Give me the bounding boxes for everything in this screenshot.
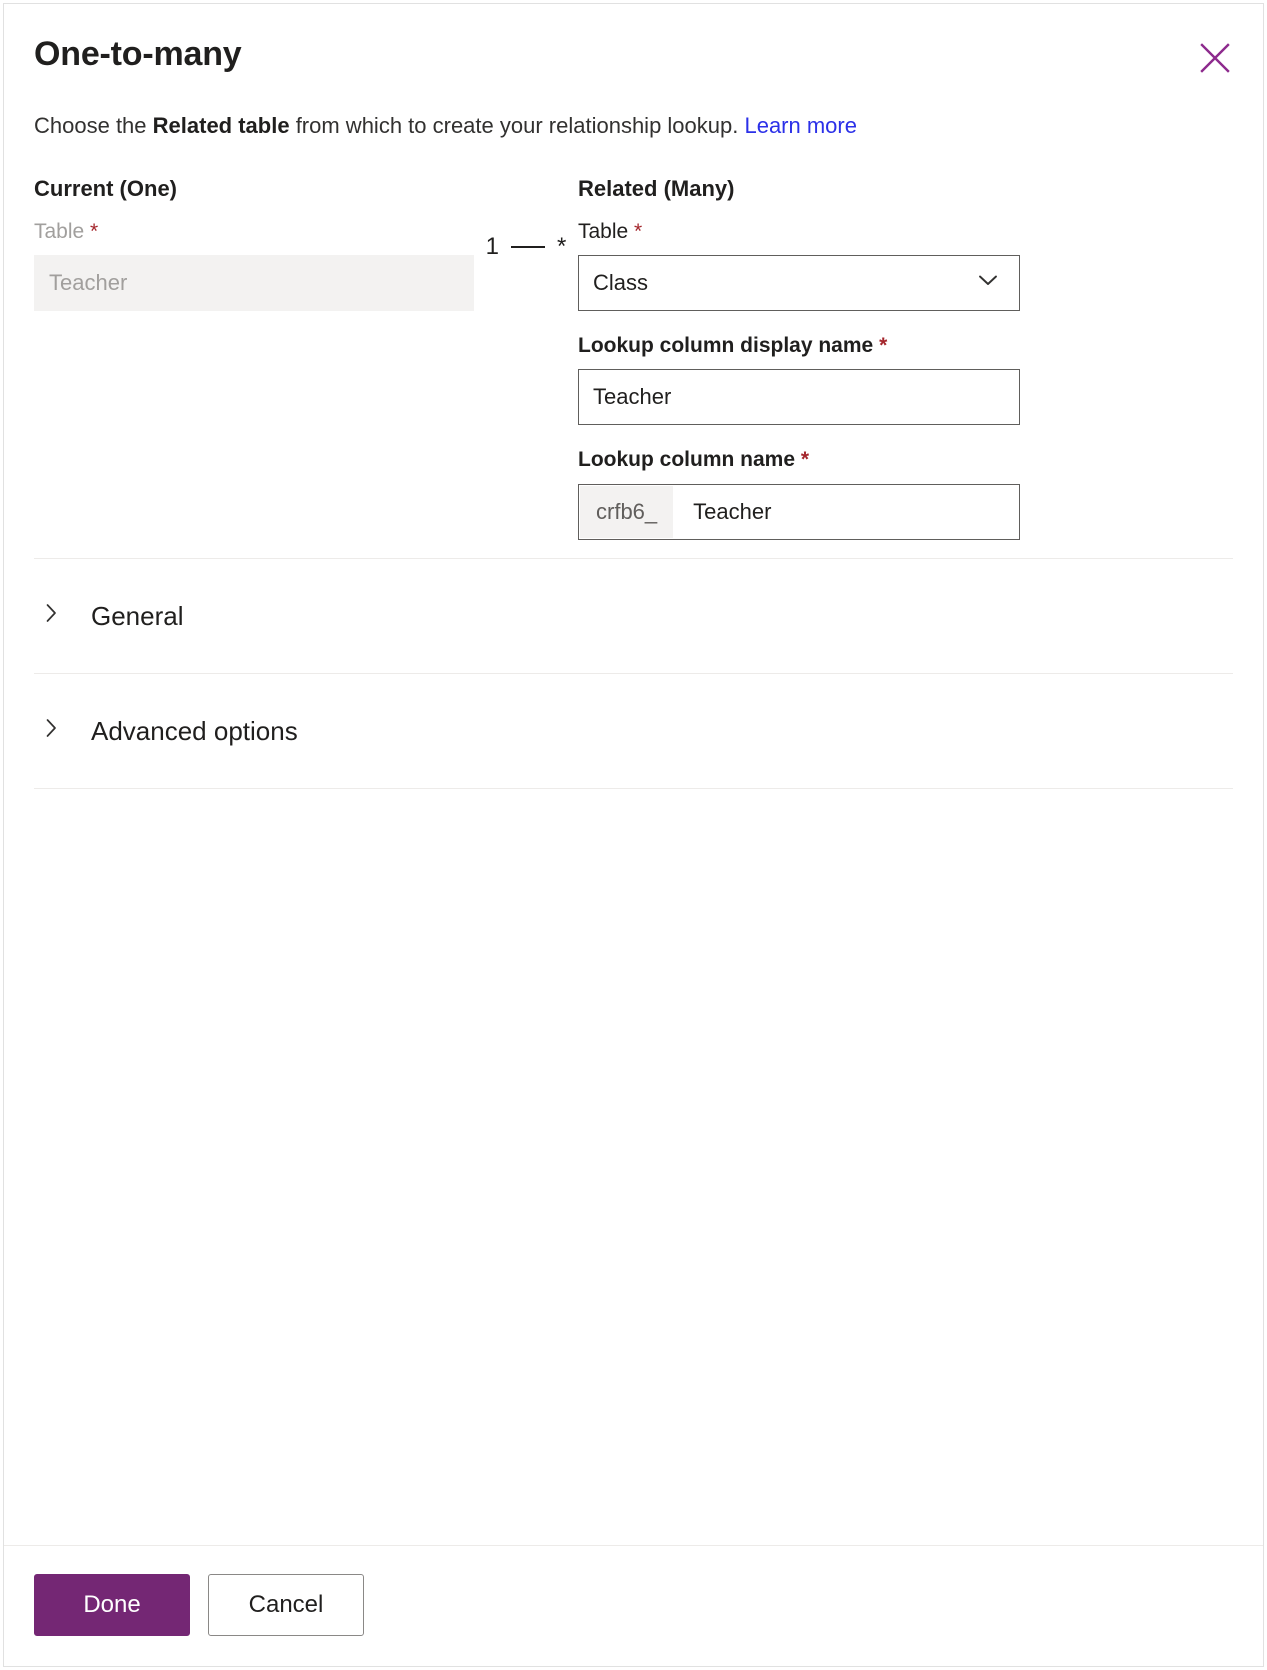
lookup-display-name-label-text: Lookup column display name: [578, 334, 874, 358]
cardinality-connector: 1 *: [474, 176, 578, 260]
dialog-body: Current (One) Table * Teacher 1 * Relate…: [4, 140, 1263, 1545]
accordion-advanced-options[interactable]: Advanced options: [34, 674, 1233, 788]
close-icon: [1198, 41, 1232, 75]
lookup-display-name-input[interactable]: Teacher: [578, 369, 1020, 426]
one-to-many-dialog: One-to-many Choose the Related table fro…: [3, 3, 1264, 1667]
relationship-columns: Current (One) Table * Teacher 1 * Relate…: [34, 176, 1233, 540]
done-button[interactable]: Done: [34, 1574, 190, 1636]
connector-line-icon: [511, 246, 545, 249]
required-asterisk: *: [879, 334, 888, 358]
accordion-advanced-options-label: Advanced options: [91, 715, 298, 746]
learn-more-link[interactable]: Learn more: [744, 113, 857, 138]
lookup-column-name-label-text: Lookup column name: [578, 448, 796, 472]
subtitle-strong: Related table: [152, 112, 290, 138]
related-table-label-text: Table: [578, 219, 629, 243]
subtitle-before: Choose the: [34, 112, 153, 138]
current-table-value: Teacher: [49, 270, 128, 296]
cancel-button[interactable]: Cancel: [208, 1574, 364, 1636]
related-table-select[interactable]: Class: [578, 255, 1020, 312]
related-table-label: Table *: [578, 219, 1020, 245]
dialog-footer: Done Cancel: [4, 1545, 1263, 1666]
accordion-general[interactable]: General: [34, 559, 1233, 673]
current-table-input: Teacher: [34, 255, 474, 312]
required-asterisk: *: [90, 219, 99, 243]
related-many-section: Related (Many) Table * Class Lookup colu…: [578, 176, 1020, 540]
close-button[interactable]: [1189, 32, 1241, 84]
current-one-section: Current (One) Table * Teacher: [34, 176, 474, 312]
chevron-right-icon: [39, 601, 63, 630]
chevron-right-icon: [39, 716, 63, 745]
cardinality-many: *: [557, 233, 567, 261]
dialog-header: One-to-many Choose the Related table fro…: [4, 4, 1263, 140]
accordion-group: General Advanced options: [34, 557, 1233, 789]
accordion-general-label: General: [91, 600, 184, 631]
current-table-label: Table *: [34, 219, 474, 245]
lookup-column-name-input[interactable]: crfb6_ Teacher: [578, 483, 1020, 540]
page-title: One-to-many: [34, 35, 242, 73]
related-table-value: Class: [593, 270, 649, 296]
related-section-heading: Related (Many): [578, 176, 735, 202]
screenshot-root: One-to-many Choose the Related table fro…: [0, 0, 1267, 1670]
subtitle-after: from which to create your relationship l…: [289, 112, 745, 138]
lookup-display-name-label: Lookup column display name *: [578, 333, 1020, 359]
cardinality-one: 1: [485, 233, 499, 261]
lookup-column-name-value: Teacher: [693, 498, 772, 524]
lookup-column-name-label: Lookup column name *: [578, 447, 1020, 473]
chevron-down-icon: [975, 267, 1001, 299]
current-table-label-text: Table: [34, 219, 85, 243]
required-asterisk: *: [800, 448, 810, 472]
dialog-subtitle: Choose the Related table from which to c…: [34, 111, 1231, 141]
publisher-prefix: crfb6_: [580, 485, 674, 538]
required-asterisk: *: [634, 219, 643, 243]
current-section-heading: Current (One): [34, 176, 177, 202]
lookup-display-name-value: Teacher: [593, 384, 672, 410]
divider: [34, 787, 1233, 789]
